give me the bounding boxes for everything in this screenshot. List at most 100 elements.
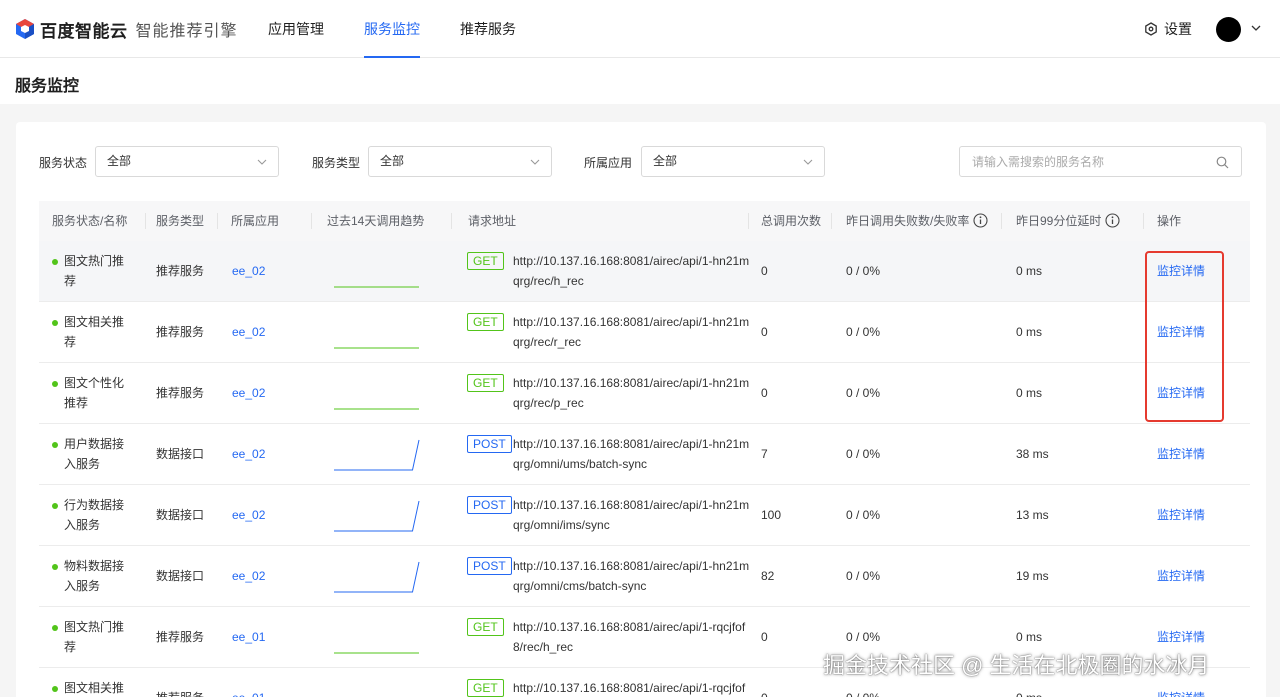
service-name: 图文热门推荐 <box>64 254 125 288</box>
http-method-badge: GET <box>467 679 504 697</box>
chevron-down-icon[interactable] <box>1250 22 1262 34</box>
p99-latency: 38 ms <box>1016 447 1049 461</box>
table-row[interactable]: 图文热门推荐 推荐服务 ee_02 GET http://10.137.16.168:8… <box>39 241 1250 302</box>
status-filter-select[interactable]: 全部 <box>95 146 279 177</box>
brand-logo[interactable]: 百度智能云 智能推荐引擎 <box>14 17 238 41</box>
total-calls: 0 <box>761 386 768 400</box>
col-header-p99-label: 昨日99分位延时 <box>1016 214 1102 228</box>
app-link[interactable]: ee_02 <box>232 322 265 342</box>
app-link[interactable]: ee_02 <box>232 566 265 586</box>
settings-button[interactable]: 设置 <box>1144 0 1192 58</box>
total-calls: 0 <box>761 630 768 644</box>
monitor-detail-link[interactable]: 监控详情 <box>1157 627 1205 647</box>
service-name: 图文相关推荐 <box>64 315 125 349</box>
column-divider <box>311 213 312 229</box>
col-header-app: 所属应用 <box>231 214 280 228</box>
service-name: 行为数据接入服务 <box>64 498 125 532</box>
p99-latency: 0 ms <box>1016 325 1043 339</box>
trend-sparkline <box>334 408 419 410</box>
http-method-badge: GET <box>467 618 504 636</box>
table-row[interactable]: 物料数据接入服务 数据接口 ee_02 POST http://10.137.16.16… <box>39 546 1250 607</box>
status-dot <box>52 686 58 692</box>
table-row[interactable]: 用户数据接入服务 数据接口 ee_02 POST http://10.137.16.16… <box>39 424 1250 485</box>
page-title: 服务监控 <box>15 78 80 95</box>
settings-label: 设置 <box>1164 21 1192 37</box>
table-row[interactable]: 图文相关推荐 推荐服务 ee_02 GET http://10.137.16.168:8… <box>39 302 1250 363</box>
monitor-detail-link[interactable]: 监控详情 <box>1157 505 1205 525</box>
p99-latency: 0 ms <box>1016 264 1043 278</box>
app-link[interactable]: ee_02 <box>232 383 265 403</box>
p99-latency: 0 ms <box>1016 630 1043 644</box>
table-row[interactable]: 图文个性化推荐 推荐服务 ee_02 GET http://10.137.16.168:… <box>39 363 1250 424</box>
status-filter-value: 全部 <box>107 154 132 168</box>
p99-latency: 19 ms <box>1016 569 1049 583</box>
column-divider <box>1001 213 1002 229</box>
app-link[interactable]: ee_02 <box>232 261 265 281</box>
request-url: http://10.137.16.168:8081/airec/api/1-hn… <box>513 437 750 471</box>
product-name: 智能推荐引擎 <box>135 23 238 40</box>
service-type: 推荐服务 <box>156 264 205 278</box>
app-link[interactable]: ee_02 <box>232 444 265 464</box>
service-name: 图文相关推荐 <box>64 681 125 695</box>
app-link[interactable]: ee_01 <box>232 627 265 647</box>
col-header-fail-label: 昨日调用失败数/失败率 <box>846 214 970 228</box>
search-icon[interactable] <box>1216 156 1229 169</box>
tab-service-monitoring[interactable]: 服务监控 <box>364 0 420 58</box>
app-link[interactable]: ee_01 <box>232 688 265 697</box>
monitor-detail-link[interactable]: 监控详情 <box>1157 444 1205 464</box>
tab-recommend-service[interactable]: 推荐服务 <box>460 0 516 58</box>
table-row[interactable]: 行为数据接入服务 数据接口 ee_02 POST http://10.137.16.16… <box>39 485 1250 546</box>
total-calls: 0 <box>761 264 768 278</box>
trend-sparkline <box>333 676 423 697</box>
col-header-op: 操作 <box>1157 214 1182 228</box>
cloud-logo-icon <box>16 19 34 39</box>
service-name: 图文热门推荐 <box>64 620 125 654</box>
request-url: http://10.137.16.168:8081/airec/api/1-hn… <box>513 254 750 288</box>
chevron-down-icon <box>803 159 813 165</box>
http-method-badge: POST <box>467 496 512 514</box>
total-calls: 0 <box>761 325 768 339</box>
search-box <box>959 146 1242 177</box>
fail-rate: 0 / 0% <box>846 447 881 461</box>
trend-line <box>334 500 420 532</box>
trend-sparkline <box>334 347 419 349</box>
type-filter-label: 服务类型 <box>312 156 361 170</box>
top-navbar: 百度智能云 智能推荐引擎 应用管理 服务监控 推荐服务 设置 <box>0 0 1280 58</box>
info-icon[interactable] <box>1105 213 1120 228</box>
trend-sparkline <box>334 439 420 471</box>
service-name: 用户数据接入服务 <box>64 437 125 471</box>
trend-sparkline <box>334 652 419 654</box>
annotation-highlight-box <box>1145 251 1224 422</box>
app-link[interactable]: ee_02 <box>232 505 265 525</box>
column-divider <box>145 213 146 229</box>
app-filter-select[interactable]: 全部 <box>641 146 825 177</box>
status-dot <box>52 259 58 265</box>
trend-line <box>334 561 420 593</box>
http-method-badge: GET <box>467 252 504 270</box>
info-icon[interactable] <box>973 213 988 228</box>
search-input[interactable] <box>960 147 1200 176</box>
watermark: 掘金技术社区 @ 生活在北极圈的水冰月 <box>823 653 1210 678</box>
monitor-detail-link[interactable]: 监控详情 <box>1157 566 1205 586</box>
total-calls: 82 <box>761 569 775 583</box>
service-type: 数据接口 <box>156 569 205 583</box>
fail-rate: 0 / 0% <box>846 264 881 278</box>
p99-latency: 0 ms <box>1016 688 1042 697</box>
col-header-total: 总调用次数 <box>761 214 822 228</box>
service-type: 数据接口 <box>156 447 205 461</box>
service-type: 推荐服务 <box>156 688 204 697</box>
status-dot <box>52 564 58 570</box>
brand-name: 百度智能云 <box>40 21 128 41</box>
col-header-name: 服务状态/名称 <box>52 214 128 228</box>
fail-rate: 0 / 0% <box>846 688 880 697</box>
type-filter-select[interactable]: 全部 <box>368 146 552 177</box>
monitor-detail-link[interactable]: 监控详情 <box>1157 688 1205 697</box>
app-filter-value: 全部 <box>653 154 678 168</box>
fail-rate: 0 / 0% <box>846 386 881 400</box>
app-filter-label: 所属应用 <box>584 156 633 170</box>
request-url: http://10.137.16.168:8081/airec/api/1-rq… <box>513 620 746 654</box>
tab-app-management[interactable]: 应用管理 <box>268 0 324 58</box>
service-type: 推荐服务 <box>156 325 205 339</box>
avatar[interactable] <box>1216 17 1241 42</box>
type-filter-value: 全部 <box>380 154 405 168</box>
